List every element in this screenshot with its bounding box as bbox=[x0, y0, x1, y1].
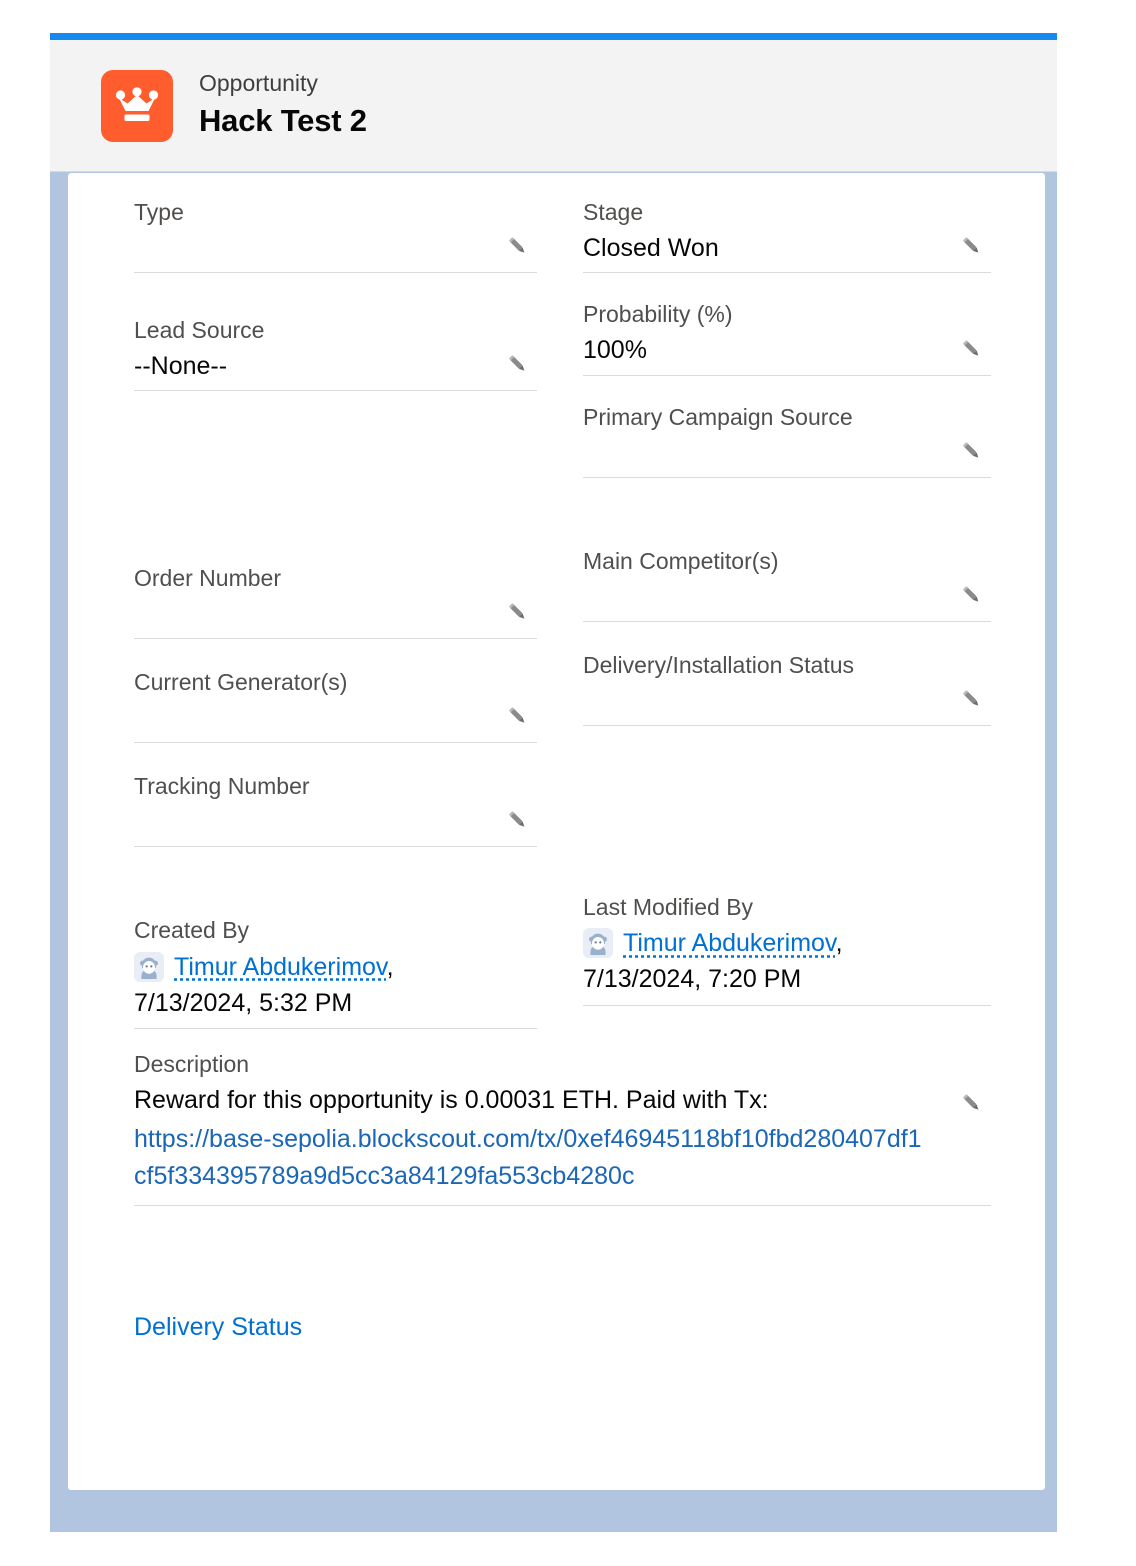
detail-column-left: Type Lead Source --None-- Order Number C… bbox=[134, 191, 537, 1030]
field-label-description: Description bbox=[134, 1051, 250, 1077]
pencil-icon bbox=[509, 237, 525, 253]
field-created-by: Created By Timur Abdukerimov, 7/13/2024,… bbox=[134, 909, 537, 1030]
field-label-type: Type bbox=[134, 199, 184, 225]
pencil-icon bbox=[963, 586, 979, 602]
field-value-description: Reward for this opportunity is 0.00031 E… bbox=[134, 1082, 991, 1195]
edit-current-generators-button[interactable] bbox=[501, 700, 535, 734]
field-probability: Probability (%) 100% bbox=[583, 293, 991, 376]
field-value-stage: Closed Won bbox=[583, 234, 719, 263]
field-tracking-number: Tracking Number bbox=[134, 765, 537, 848]
user-avatar-icon bbox=[583, 927, 613, 958]
field-label-delivery-installation-status: Delivery/Installation Status bbox=[583, 651, 855, 678]
field-label-created-by: Created By bbox=[134, 917, 250, 944]
user-avatar-icon bbox=[134, 951, 164, 982]
pencil-icon bbox=[509, 603, 525, 620]
field-value-last-modified-by: Timur Abdukerimov, 7/13/2024, 7:20 PM bbox=[583, 925, 991, 999]
edit-description-button[interactable] bbox=[955, 1087, 989, 1121]
page-title: Hack Test 2 bbox=[199, 103, 367, 139]
record-detail-card: Type Lead Source --None-- Order Number C… bbox=[68, 173, 1045, 1490]
last-modified-by-separator: , bbox=[835, 928, 843, 957]
edit-stage-button[interactable] bbox=[955, 230, 989, 264]
field-lead-source: Lead Source --None-- bbox=[134, 309, 537, 392]
field-value-primary-campaign-source bbox=[583, 435, 991, 471]
created-by-separator: , bbox=[386, 952, 394, 981]
field-value-lead-source: --None-- bbox=[134, 352, 228, 381]
edit-type-button[interactable] bbox=[501, 230, 535, 264]
field-stage: Stage Closed Won bbox=[583, 191, 991, 274]
delivery-status-link[interactable]: Delivery Status bbox=[134, 1313, 302, 1341]
field-primary-campaign-source: Primary Campaign Source bbox=[583, 396, 991, 478]
description-tx-url-link[interactable]: https://base-sepolia.blockscout.com/tx/0… bbox=[134, 1121, 927, 1195]
last-modified-by-user-link[interactable]: Timur Abdukerimov bbox=[623, 929, 836, 957]
field-label-stage: Stage bbox=[583, 199, 644, 225]
pencil-icon bbox=[963, 442, 979, 458]
record-header: Opportunity Hack Test 2 bbox=[50, 40, 1057, 172]
field-order-number: Order Number bbox=[134, 557, 537, 640]
description-text: Reward for this opportunity is 0.00031 E… bbox=[134, 1086, 769, 1115]
field-value-main-competitors bbox=[583, 579, 991, 615]
header-text: Opportunity Hack Test 2 bbox=[199, 69, 367, 141]
field-value-created-by: Timur Abdukerimov, 7/13/2024, 5:32 PM bbox=[134, 949, 537, 1023]
field-value-order-number bbox=[134, 596, 537, 632]
last-modified-by-timestamp: 7/13/2024, 7:20 PM bbox=[583, 965, 802, 994]
pencil-icon bbox=[963, 690, 979, 706]
pencil-icon bbox=[509, 811, 525, 828]
edit-probability-button[interactable] bbox=[955, 333, 989, 367]
field-type: Type bbox=[134, 191, 537, 274]
field-value-current-generators bbox=[134, 700, 537, 736]
field-label-last-modified-by: Last Modified By bbox=[583, 893, 754, 920]
detail-column-right: Stage Closed Won Probability (%) 100% Pr… bbox=[583, 191, 991, 1006]
field-value-tracking-number bbox=[134, 804, 537, 840]
field-main-competitors: Main Competitor(s) bbox=[583, 540, 991, 622]
field-label-order-number: Order Number bbox=[134, 565, 281, 592]
edit-delivery-installation-status-button[interactable] bbox=[955, 683, 989, 717]
pencil-icon bbox=[509, 355, 525, 372]
created-by-user-link[interactable]: Timur Abdukerimov bbox=[174, 953, 387, 981]
top-accent-bar bbox=[50, 33, 1057, 40]
field-value-probability: 100% bbox=[583, 336, 647, 365]
field-label-probability: Probability (%) bbox=[583, 301, 733, 328]
field-last-modified-by: Last Modified By Timur Abdukerimov, 7/13… bbox=[583, 886, 991, 1006]
field-current-generators: Current Generator(s) bbox=[134, 661, 537, 744]
field-value-delivery-installation-status bbox=[583, 683, 991, 719]
created-by-timestamp: 7/13/2024, 5:32 PM bbox=[134, 988, 353, 1017]
last-modified-by-user-row: Timur Abdukerimov, bbox=[583, 925, 931, 961]
field-delivery-installation-status: Delivery/Installation Status bbox=[583, 644, 991, 726]
field-label-primary-campaign-source: Primary Campaign Source bbox=[583, 403, 853, 430]
edit-primary-campaign-source-button[interactable] bbox=[955, 435, 989, 469]
opportunity-record-screen: Opportunity Hack Test 2 Type Lead Source… bbox=[0, 0, 1136, 1566]
object-type-label: Opportunity bbox=[199, 70, 318, 97]
field-label-lead-source: Lead Source bbox=[134, 317, 265, 344]
crown-icon bbox=[101, 69, 173, 142]
field-label-main-competitors: Main Competitor(s) bbox=[583, 547, 779, 574]
edit-order-number-button[interactable] bbox=[501, 596, 535, 630]
pencil-icon bbox=[963, 1094, 979, 1110]
edit-lead-source-button[interactable] bbox=[501, 348, 535, 382]
delivery-status-section: Delivery Status bbox=[134, 1313, 302, 1342]
field-value-type bbox=[134, 230, 537, 266]
pencil-icon bbox=[963, 237, 979, 253]
created-by-user-row: Timur Abdukerimov, bbox=[134, 949, 477, 985]
pencil-icon bbox=[963, 340, 979, 356]
field-label-current-generators: Current Generator(s) bbox=[134, 669, 348, 696]
pencil-icon bbox=[509, 707, 525, 724]
edit-main-competitors-button[interactable] bbox=[955, 579, 989, 613]
edit-tracking-number-button[interactable] bbox=[501, 804, 535, 838]
field-description: Description Reward for this opportunity … bbox=[134, 1043, 991, 1207]
field-label-tracking-number: Tracking Number bbox=[134, 773, 310, 800]
